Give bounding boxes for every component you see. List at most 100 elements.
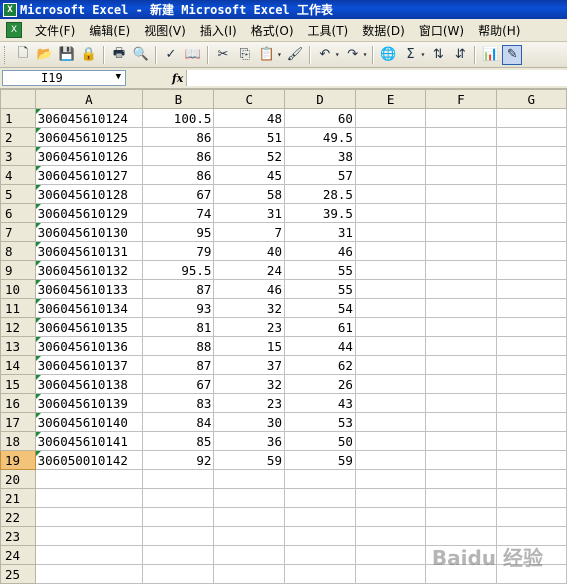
cell-e[interactable] xyxy=(354,545,427,565)
cell-e[interactable] xyxy=(354,260,427,280)
cell-d[interactable]: 61 xyxy=(283,317,356,337)
cell-b[interactable] xyxy=(142,564,215,584)
cell-a[interactable] xyxy=(34,488,144,508)
cell-e[interactable] xyxy=(354,336,427,356)
autosum-dropdown-icon[interactable]: ▾ xyxy=(420,50,425,59)
cell-d[interactable]: 57 xyxy=(283,165,356,185)
cell-b[interactable]: 92 xyxy=(142,450,215,470)
cell-e[interactable] xyxy=(354,127,427,147)
cell-a[interactable]: 306045610131 xyxy=(34,241,144,261)
cell-b[interactable]: 93 xyxy=(142,298,215,318)
cell-g[interactable] xyxy=(495,507,567,527)
chevron-down-icon[interactable]: ▼ xyxy=(116,72,121,82)
save-icon[interactable]: 💾 xyxy=(57,45,77,65)
cell-a[interactable]: 306045610140 xyxy=(34,412,144,432)
cell-e[interactable] xyxy=(354,108,427,128)
cell-g[interactable] xyxy=(495,298,567,318)
permission-icon[interactable]: 🔒 xyxy=(79,45,99,65)
cell-a[interactable] xyxy=(34,564,144,584)
menu-window[interactable]: 窗口(W) xyxy=(412,22,471,39)
cell-d[interactable] xyxy=(283,526,356,546)
cell-e[interactable] xyxy=(354,298,427,318)
hyperlink-icon[interactable]: 🌐 xyxy=(378,45,398,65)
cell-f[interactable] xyxy=(425,165,497,185)
column-header-d[interactable]: D xyxy=(283,89,356,109)
cell-f[interactable] xyxy=(425,374,497,394)
cell-a[interactable]: 306045610126 xyxy=(34,146,144,166)
row-header[interactable]: 19 xyxy=(0,450,36,470)
cell-a[interactable]: 306045610130 xyxy=(34,222,144,242)
spelling-icon[interactable]: ✓ xyxy=(161,45,181,65)
cell-d[interactable]: 62 xyxy=(283,355,356,375)
cell-d[interactable]: 49.5 xyxy=(283,127,356,147)
cell-b[interactable] xyxy=(142,507,215,527)
cell-e[interactable] xyxy=(354,203,427,223)
cell-f[interactable] xyxy=(425,298,497,318)
cell-g[interactable] xyxy=(495,241,567,261)
cell-a[interactable]: 306045610136 xyxy=(34,336,144,356)
cell-c[interactable]: 32 xyxy=(213,298,285,318)
cell-e[interactable] xyxy=(354,412,427,432)
cell-d[interactable]: 54 xyxy=(283,298,356,318)
new-icon[interactable]: 🗋 xyxy=(13,45,33,65)
cell-d[interactable]: 60 xyxy=(283,108,356,128)
cell-d[interactable] xyxy=(283,545,356,565)
cell-f[interactable] xyxy=(425,469,497,489)
cell-b[interactable]: 67 xyxy=(142,374,215,394)
cell-e[interactable] xyxy=(354,241,427,261)
cell-c[interactable]: 48 xyxy=(213,108,285,128)
cell-g[interactable] xyxy=(495,165,567,185)
cell-b[interactable]: 100.5 xyxy=(142,108,215,128)
row-header[interactable]: 9 xyxy=(0,260,36,280)
cell-b[interactable]: 86 xyxy=(142,165,215,185)
cell-c[interactable] xyxy=(213,469,285,489)
cell-b[interactable]: 87 xyxy=(142,279,215,299)
cell-c[interactable]: 58 xyxy=(213,184,285,204)
row-header[interactable]: 25 xyxy=(0,564,36,584)
cell-a[interactable]: 306045610128 xyxy=(34,184,144,204)
redo-dropdown-icon[interactable]: ▾ xyxy=(363,50,368,59)
cell-f[interactable] xyxy=(425,336,497,356)
row-header[interactable]: 15 xyxy=(0,374,36,394)
cell-e[interactable] xyxy=(354,450,427,470)
row-header[interactable]: 10 xyxy=(0,279,36,299)
cell-f[interactable] xyxy=(425,412,497,432)
row-header[interactable]: 20 xyxy=(0,469,36,489)
cell-e[interactable] xyxy=(354,279,427,299)
cell-b[interactable]: 83 xyxy=(142,393,215,413)
cell-d[interactable]: 53 xyxy=(283,412,356,432)
cell-a[interactable] xyxy=(34,526,144,546)
cell-b[interactable]: 81 xyxy=(142,317,215,337)
cell-f[interactable] xyxy=(425,146,497,166)
cell-c[interactable]: 7 xyxy=(213,222,285,242)
cell-d[interactable]: 43 xyxy=(283,393,356,413)
cell-a[interactable]: 306045610139 xyxy=(34,393,144,413)
cell-c[interactable]: 37 xyxy=(213,355,285,375)
cell-g[interactable] xyxy=(495,355,567,375)
cell-g[interactable] xyxy=(495,260,567,280)
cell-g[interactable] xyxy=(495,412,567,432)
cell-b[interactable]: 95.5 xyxy=(142,260,215,280)
cell-a[interactable]: 306045610137 xyxy=(34,355,144,375)
format-painter-icon[interactable]: 🖌 xyxy=(285,45,305,65)
cell-b[interactable] xyxy=(142,545,215,565)
cell-g[interactable] xyxy=(495,146,567,166)
cell-a[interactable] xyxy=(34,469,144,489)
cell-g[interactable] xyxy=(495,108,567,128)
cell-d[interactable]: 31 xyxy=(283,222,356,242)
cell-d[interactable] xyxy=(283,469,356,489)
cell-f[interactable] xyxy=(425,431,497,451)
cell-c[interactable]: 59 xyxy=(213,450,285,470)
cell-d[interactable]: 38 xyxy=(283,146,356,166)
row-header[interactable]: 21 xyxy=(0,488,36,508)
cell-c[interactable]: 46 xyxy=(213,279,285,299)
cell-c[interactable]: 51 xyxy=(213,127,285,147)
cell-c[interactable] xyxy=(213,545,285,565)
cell-a[interactable] xyxy=(34,545,144,565)
cell-a[interactable]: 306045610129 xyxy=(34,203,144,223)
cell-g[interactable] xyxy=(495,184,567,204)
cell-e[interactable] xyxy=(354,355,427,375)
copy-icon[interactable]: ⎘ xyxy=(235,45,255,65)
cell-c[interactable]: 23 xyxy=(213,317,285,337)
cell-g[interactable] xyxy=(495,374,567,394)
